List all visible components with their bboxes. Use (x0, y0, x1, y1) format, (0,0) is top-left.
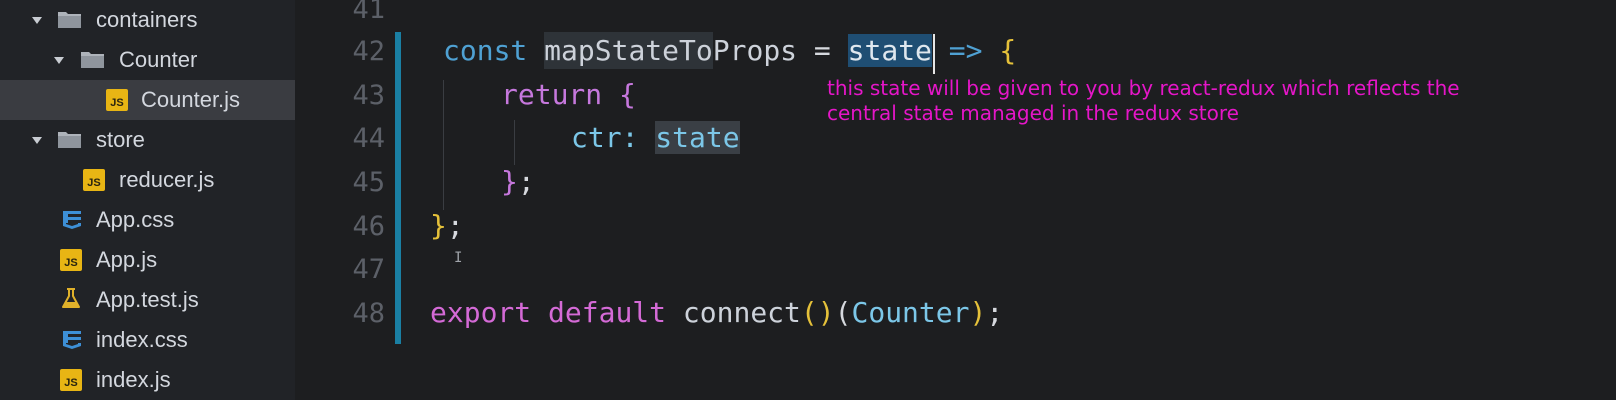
tree-item-index-css[interactable]: index.css (0, 320, 295, 360)
tree-item-label: containers (96, 7, 198, 32)
modified-lines-marker (395, 32, 401, 344)
indent-guide (443, 80, 444, 210)
css-file-icon (63, 211, 81, 229)
javascript-file-icon: JS (60, 369, 82, 391)
tree-item-label: App.test.js (96, 287, 199, 312)
folder-icon (81, 52, 104, 68)
indent-guide (514, 120, 515, 165)
mouse-ibeam-cursor: I (454, 250, 463, 266)
tree-item-app-css[interactable]: App.css (0, 200, 295, 240)
folder-icon (58, 132, 81, 148)
matched-token: state (655, 121, 740, 154)
tree-item-label: Counter.js (141, 87, 241, 112)
tree-item-app-test-js[interactable]: App.test.js (0, 280, 295, 320)
css-file-icon (63, 331, 81, 349)
code-line-44: ctr: state (571, 121, 740, 154)
code-line-45: }; (501, 165, 535, 198)
line-number: 48 (352, 298, 385, 329)
selected-token: state (847, 34, 932, 67)
line-number: 46 (352, 211, 385, 242)
code-editor[interactable]: 41 42 43 44 45 46 47 48 const mapStateTo… (295, 0, 1616, 400)
line-number: 41 (352, 0, 385, 25)
folder-icon (58, 12, 81, 28)
tree-item-index-js[interactable]: JS index.js (0, 360, 295, 400)
text-cursor (933, 34, 935, 74)
tree-item-label: index.css (96, 327, 188, 352)
tree-item-label: App.js (96, 247, 158, 272)
tree-item-label: Counter (119, 47, 198, 72)
tree-item-containers[interactable]: containers (0, 0, 295, 40)
code-line-46: }; (430, 209, 464, 242)
tree-item-label: store (96, 127, 145, 152)
chevron-down-icon[interactable] (54, 57, 64, 64)
chevron-down-icon[interactable] (32, 17, 42, 24)
line-number: 44 (352, 123, 385, 154)
tree-item-label: reducer.js (119, 167, 215, 192)
tree-item-counter-js[interactable]: JS Counter.js (0, 80, 295, 120)
code-line-42: const mapStateToProps = state => { (443, 32, 1017, 69)
tree-item-reducer-js[interactable]: JS reducer.js (0, 160, 295, 200)
identifier: StateTo (594, 32, 713, 69)
flask-icon (62, 288, 80, 308)
line-number: 45 (352, 167, 385, 198)
annotation-note: this state will be given to you by react… (827, 76, 1460, 125)
chevron-down-icon[interactable] (32, 137, 42, 144)
code-line-43: return { (501, 78, 636, 111)
line-number: 47 (352, 254, 385, 285)
javascript-file-icon: JS (83, 169, 105, 191)
tree-item-app-js[interactable]: JS App.js (0, 240, 295, 280)
javascript-file-icon: JS (60, 249, 82, 271)
line-number: 43 (352, 80, 385, 111)
tree-item-counter-folder[interactable]: Counter (0, 40, 295, 80)
file-explorer-sidebar: containers Counter JS Counter.js store J… (0, 0, 295, 400)
tree-item-label: App.css (96, 207, 175, 232)
line-number: 42 (352, 36, 385, 67)
tree-item-label: index.js (96, 367, 171, 392)
javascript-file-icon: JS (106, 89, 128, 111)
tree-item-store[interactable]: store (0, 120, 295, 160)
code-line-48: export default connect()(Counter); (430, 296, 1004, 329)
